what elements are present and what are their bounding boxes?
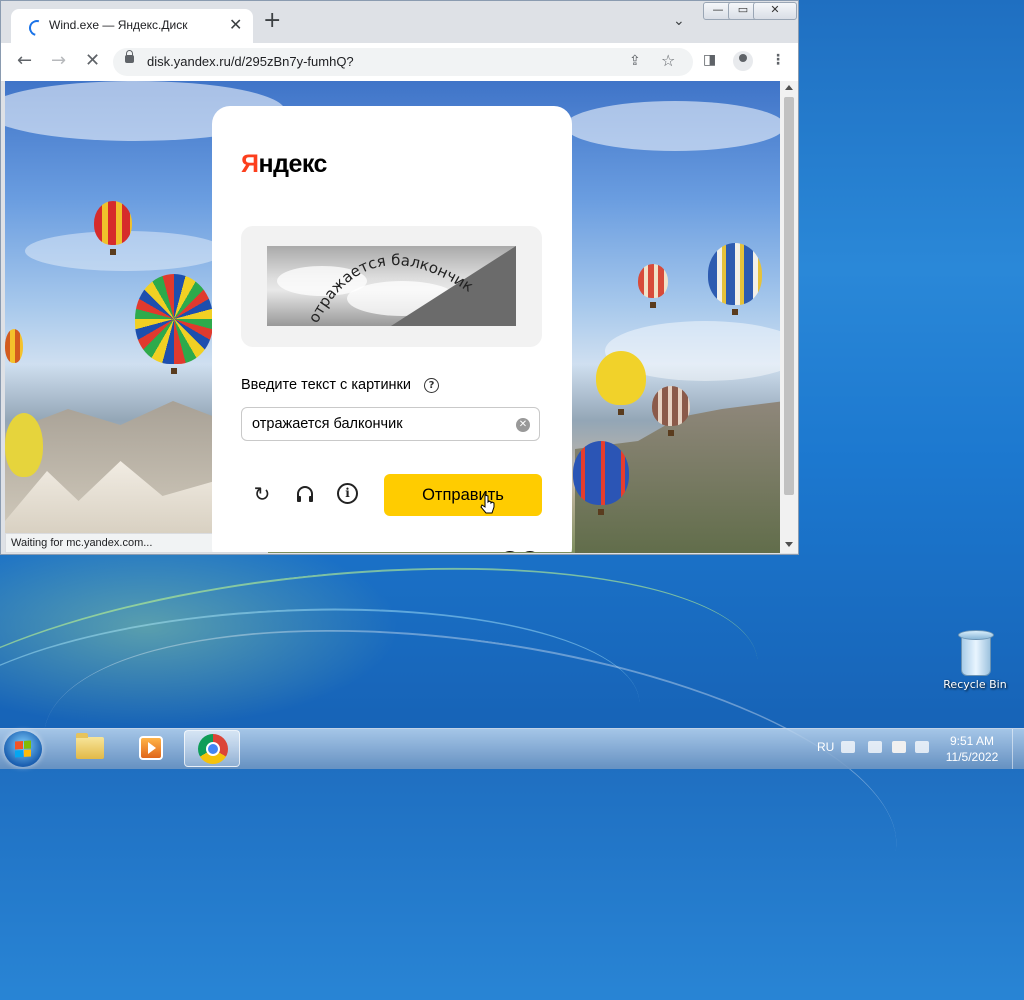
scroll-down-icon[interactable] xyxy=(785,542,793,547)
tab-title: Wind.exe — Яндекс.Диск xyxy=(49,18,188,32)
captcha-panel: Яндекс отражается балкончик Введите текс… xyxy=(212,106,572,552)
menu-icon[interactable]: ⋮ xyxy=(771,52,785,68)
svg-text:отражается балкончик: отражается балкончик xyxy=(305,251,477,326)
page-viewport: Яндекс отражается балкончик Введите текс… xyxy=(4,80,779,552)
help-icon[interactable]: ? xyxy=(424,378,439,393)
tab-search-icon[interactable]: ⌄ xyxy=(673,13,685,29)
new-tab-icon[interactable]: + xyxy=(263,10,281,32)
clock-time: 9:51 AM xyxy=(949,734,995,748)
recycle-bin-icon xyxy=(958,630,994,676)
share-icon[interactable]: ⇪ xyxy=(629,53,641,69)
yandex-logo[interactable]: Яндекс xyxy=(241,150,327,179)
chrome-icon xyxy=(198,734,228,764)
recycle-bin[interactable]: Recycle Bin xyxy=(940,630,1010,691)
info-button[interactable]: i xyxy=(337,483,359,505)
browser-toolbar: ← → ✕ disk.yandex.ru/d/295zBn7y-fumhQ? ⇪… xyxy=(1,43,798,82)
clock-date: 11/5/2022 xyxy=(945,750,999,764)
star-icon[interactable]: ☆ xyxy=(661,51,675,70)
back-icon[interactable]: ← xyxy=(17,51,32,71)
recycle-bin-label: Recycle Bin xyxy=(943,678,1007,691)
explorer-icon xyxy=(76,733,104,759)
address-url: disk.yandex.ru/d/295zBn7y-fumhQ? xyxy=(147,54,354,69)
page-scrollbar[interactable] xyxy=(780,81,798,553)
captcha-image: отражается балкончик xyxy=(267,246,516,326)
taskbar-chrome[interactable] xyxy=(184,730,240,767)
spinner-icon xyxy=(26,17,48,39)
language-indicator[interactable]: RU xyxy=(817,740,834,754)
action-center-icon[interactable] xyxy=(892,741,906,753)
side-panel-icon[interactable]: ◨ xyxy=(703,52,716,68)
captcha-input[interactable]: отражается балкончик ✕ xyxy=(241,407,540,441)
mouse-cursor-icon xyxy=(480,494,495,514)
scroll-up-icon[interactable] xyxy=(785,85,793,90)
refresh-icon[interactable]: ↻ xyxy=(251,483,273,505)
clock[interactable]: 9:51 AM 11/5/2022 xyxy=(938,733,1006,765)
headphones-icon[interactable] xyxy=(294,483,316,505)
address-bar[interactable]: disk.yandex.ru/d/295zBn7y-fumhQ? ⇪ ☆ xyxy=(113,48,693,76)
show-desktop-button[interactable] xyxy=(1012,729,1024,769)
scroll-thumb[interactable] xyxy=(784,97,794,495)
taskbar-explorer[interactable] xyxy=(60,730,116,767)
footer-logo-icon xyxy=(505,551,535,552)
info-icon: i xyxy=(337,483,358,504)
clear-icon[interactable]: ✕ xyxy=(516,418,530,432)
captcha-input-value: отражается балкончик xyxy=(252,416,403,432)
lock-icon xyxy=(125,50,134,63)
browser-tab[interactable]: Wind.exe — Яндекс.Диск ✕ xyxy=(11,9,253,43)
window-close-button[interactable]: ✕ xyxy=(753,2,797,20)
windows-start-icon[interactable] xyxy=(4,731,42,767)
close-icon[interactable]: ✕ xyxy=(229,15,242,34)
volume-icon[interactable] xyxy=(915,741,929,753)
captcha-image-text: отражается балкончик xyxy=(305,251,477,326)
tab-strip: Wind.exe — Яндекс.Диск ✕ + ⌄ — ▭ ✕ xyxy=(1,1,798,43)
captcha-box: отражается балкончик xyxy=(241,226,542,347)
stop-icon[interactable]: ✕ xyxy=(85,51,100,71)
submit-button[interactable]: Отправить xyxy=(384,474,542,516)
network-icon[interactable] xyxy=(868,741,882,753)
forward-icon[interactable]: → xyxy=(51,51,66,71)
keyboard-icon[interactable] xyxy=(841,741,855,753)
captcha-prompt: Введите текст с картинки xyxy=(241,377,411,393)
taskbar-media-player[interactable] xyxy=(121,730,177,767)
taskbar: RU 9:51 AM 11/5/2022 xyxy=(0,728,1024,769)
profile-icon[interactable] xyxy=(733,51,753,71)
media-player-icon xyxy=(139,736,163,760)
